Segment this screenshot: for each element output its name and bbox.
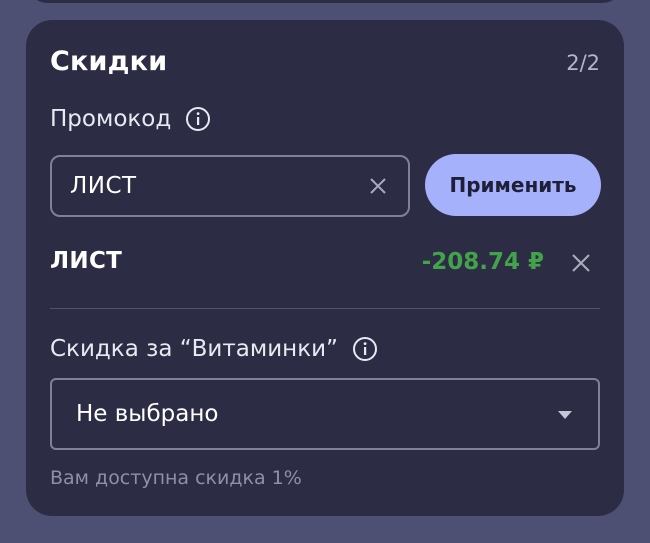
apply-promo-button[interactable]: Применить bbox=[425, 154, 601, 216]
promo-code-input[interactable]: ЛИСТ bbox=[50, 155, 410, 217]
vitamin-discount-hint: Вам доступна скидка 1% bbox=[50, 467, 302, 489]
promo-code-value[interactable]: ЛИСТ bbox=[70, 173, 137, 199]
divider bbox=[50, 308, 600, 309]
vitamin-discount-label: Скидка за “Витаминки” bbox=[50, 336, 338, 362]
applied-promo-code: ЛИСТ bbox=[50, 248, 123, 274]
previous-card-edge bbox=[26, 0, 624, 3]
applied-discount-amount: -208.74 ₽ bbox=[421, 249, 544, 275]
vitamin-discount-select[interactable]: Не выбрано bbox=[50, 378, 600, 450]
close-icon[interactable] bbox=[570, 252, 592, 274]
close-icon[interactable] bbox=[368, 176, 388, 196]
card-title: Скидки bbox=[50, 46, 168, 77]
discounts-card: Скидки 2/2 Промокод ЛИСТ Применить ЛИСТ … bbox=[26, 20, 624, 516]
info-icon[interactable] bbox=[185, 106, 211, 132]
caret-down-icon[interactable] bbox=[558, 411, 572, 419]
promo-label-row: Промокод bbox=[50, 106, 211, 132]
step-counter: 2/2 bbox=[566, 51, 600, 75]
info-icon[interactable] bbox=[352, 336, 378, 362]
vitamin-label-row: Скидка за “Витаминки” bbox=[50, 336, 378, 362]
vitamin-discount-selected[interactable]: Не выбрано bbox=[76, 401, 218, 427]
promo-label: Промокод bbox=[50, 106, 172, 132]
